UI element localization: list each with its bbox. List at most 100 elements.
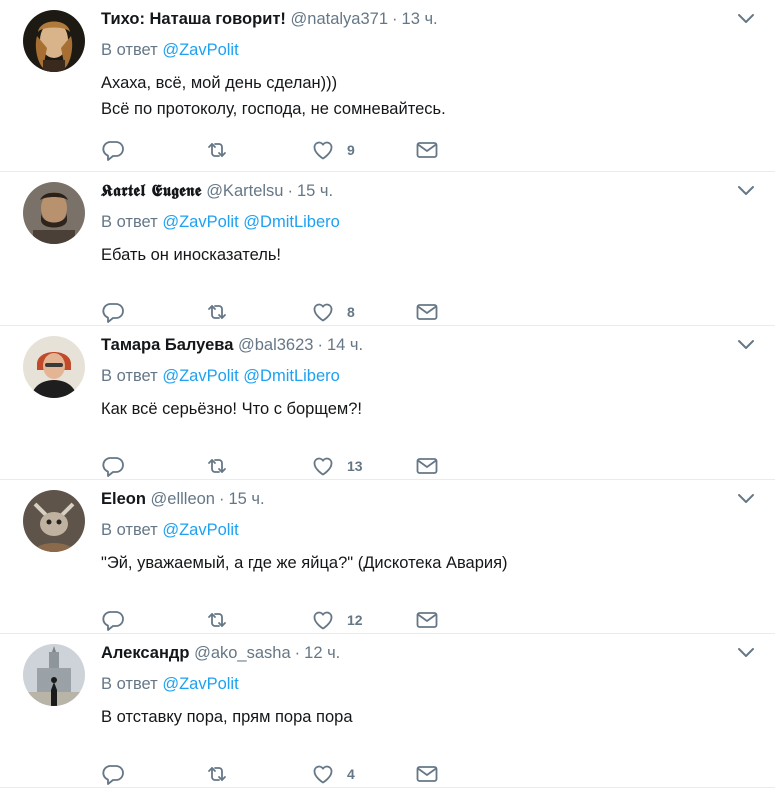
heart-icon[interactable] [311, 608, 335, 632]
action-bar: 12 [101, 608, 461, 632]
tweet-header: Александр @ako_sasha · 12 ч. [101, 642, 340, 664]
like-count: 9 [347, 142, 355, 158]
mention-link[interactable]: @ZavPolit [162, 41, 238, 59]
chevron-down-icon[interactable] [737, 492, 755, 506]
like-button[interactable]: 13 [311, 454, 363, 478]
heart-icon[interactable] [311, 300, 335, 324]
username[interactable]: @natalya371 [291, 10, 389, 28]
tweet-text: "Эй, уважаемый, а где же яйца?" (Дискоте… [101, 550, 508, 576]
retweet-icon[interactable] [205, 762, 229, 786]
reply-label: В ответ [101, 367, 158, 385]
username[interactable]: @ellleon [151, 490, 215, 508]
tweet-text-line: Ебать он иносказатель! [101, 246, 282, 264]
envelope-icon[interactable] [415, 454, 439, 478]
reply-context: В ответ @ZavPolit [101, 673, 239, 695]
envelope-icon[interactable] [415, 300, 439, 324]
tweet[interactable]: Тихо: Наташа говорит! @natalya371 · 13 ч. В… [0, 0, 775, 172]
tweet-header: Eleon @ellleon · 15 ч. [101, 488, 265, 510]
reply-icon[interactable] [101, 608, 125, 632]
separator-dot: · [294, 644, 301, 662]
tweet-text-line: Всё по протоколу, господа, не сомневайте… [101, 100, 446, 118]
mention-link[interactable]: @DmitLibero [243, 367, 340, 385]
chevron-down-icon[interactable] [737, 338, 755, 352]
tweet-text-line: "Эй, уважаемый, а где же яйца?" (Дискоте… [101, 554, 508, 572]
timestamp[interactable]: 15 ч. [297, 182, 333, 200]
mention-link[interactable]: @ZavPolit [162, 675, 238, 693]
tweet[interactable]: Eleon @ellleon · 15 ч. В ответ @ZavPolit "Эй… [0, 480, 775, 634]
timestamp[interactable]: 14 ч. [327, 336, 363, 354]
tweet[interactable]: 𝕶𝖆𝖗𝖙𝖊𝖑 𝕰𝖚𝖌𝖊𝖓𝖊 @Kartelsu · 15 ч. В ответ @Za… [0, 172, 775, 326]
mention-link[interactable]: @ZavPolit [162, 367, 238, 385]
action-bar: 9 [101, 138, 461, 162]
chevron-down-icon[interactable] [737, 646, 755, 660]
fullname[interactable]: Тихо: Наташа говорит! [101, 10, 286, 28]
like-count: 4 [347, 766, 355, 782]
separator-dot: · [317, 336, 323, 354]
tweet-text: В отставку пора, прям пора пора [101, 704, 353, 730]
like-button[interactable]: 12 [311, 608, 363, 632]
like-count: 12 [347, 612, 363, 628]
envelope-icon[interactable] [415, 608, 439, 632]
reply-label: В ответ [101, 675, 158, 693]
separator-dot: · [218, 490, 225, 508]
reply-icon[interactable] [101, 454, 125, 478]
reply-icon[interactable] [101, 138, 125, 162]
reply-label: В ответ [101, 213, 158, 231]
fullname[interactable]: 𝕶𝖆𝖗𝖙𝖊𝖑 𝕰𝖚𝖌𝖊𝖓𝖊 [101, 181, 202, 200]
tweet-text: Ахаха, всё, мой день сделан))) Всё по про… [101, 70, 446, 122]
action-bar: 8 [101, 300, 461, 324]
retweet-icon[interactable] [205, 608, 229, 632]
tweet[interactable]: Александр @ako_sasha · 12 ч. В ответ @ZavPo… [0, 634, 775, 788]
retweet-icon[interactable] [205, 138, 229, 162]
tweet-text: Как всё серьёзно! Что с борщем?! [101, 396, 362, 422]
timestamp[interactable]: 12 ч. [304, 644, 340, 662]
retweet-icon[interactable] [205, 300, 229, 324]
separator-dot: · [392, 10, 398, 28]
fullname[interactable]: Александр [101, 644, 189, 662]
mention-link[interactable]: @ZavPolit [162, 213, 238, 231]
tweet-text-line: В отставку пора, прям пора пора [101, 708, 353, 726]
chevron-down-icon[interactable] [737, 12, 755, 26]
tweet[interactable]: Тамара Балуева @bal3623 · 14 ч. В ответ @Za… [0, 326, 775, 480]
envelope-icon[interactable] [415, 138, 439, 162]
reply-context: В ответ @ZavPolit [101, 519, 239, 541]
avatar[interactable] [23, 336, 85, 398]
envelope-icon[interactable] [415, 762, 439, 786]
username[interactable]: @ako_sasha [194, 644, 291, 662]
tweet-text-line: Как всё серьёзно! Что с борщем?! [101, 400, 363, 418]
mention-link[interactable]: @ZavPolit [162, 521, 238, 539]
reply-label: В ответ [101, 41, 158, 59]
reply-label: В ответ [101, 521, 158, 539]
like-count: 13 [347, 458, 363, 474]
username[interactable]: @bal3623 [238, 336, 313, 354]
like-button[interactable]: 4 [311, 762, 355, 786]
heart-icon[interactable] [311, 762, 335, 786]
timestamp[interactable]: 15 ч. [228, 490, 264, 508]
heart-icon[interactable] [311, 138, 335, 162]
avatar[interactable] [23, 182, 85, 244]
reply-icon[interactable] [101, 762, 125, 786]
retweet-icon[interactable] [205, 454, 229, 478]
timestamp[interactable]: 13 ч. [402, 10, 438, 28]
mention-link[interactable]: @DmitLibero [243, 213, 340, 231]
tweet-text: Ебать он иносказатель! [101, 242, 281, 268]
action-bar: 4 [101, 762, 461, 786]
fullname[interactable]: Тамара Балуева [101, 336, 233, 354]
avatar[interactable] [23, 490, 85, 552]
like-count: 8 [347, 304, 355, 320]
fullname[interactable]: Eleon [101, 490, 146, 508]
like-button[interactable]: 9 [311, 138, 355, 162]
tweet-text-line: Ахаха, всё, мой день сделан))) [101, 74, 338, 92]
username[interactable]: @Kartelsu [206, 182, 283, 200]
action-bar: 13 [101, 454, 461, 478]
reply-feed: Тихо: Наташа говорит! @natalya371 · 13 ч. В… [0, 0, 775, 788]
heart-icon[interactable] [311, 454, 335, 478]
tweet-header: 𝕶𝖆𝖗𝖙𝖊𝖑 𝕰𝖚𝖌𝖊𝖓𝖊 @Kartelsu · 15 ч. [101, 180, 333, 202]
reply-icon[interactable] [101, 300, 125, 324]
tweet-header: Тихо: Наташа говорит! @natalya371 · 13 ч. [101, 8, 438, 30]
like-button[interactable]: 8 [311, 300, 355, 324]
chevron-down-icon[interactable] [737, 184, 755, 198]
avatar[interactable] [23, 10, 85, 72]
avatar[interactable] [23, 644, 85, 706]
separator-dot: · [287, 182, 293, 200]
